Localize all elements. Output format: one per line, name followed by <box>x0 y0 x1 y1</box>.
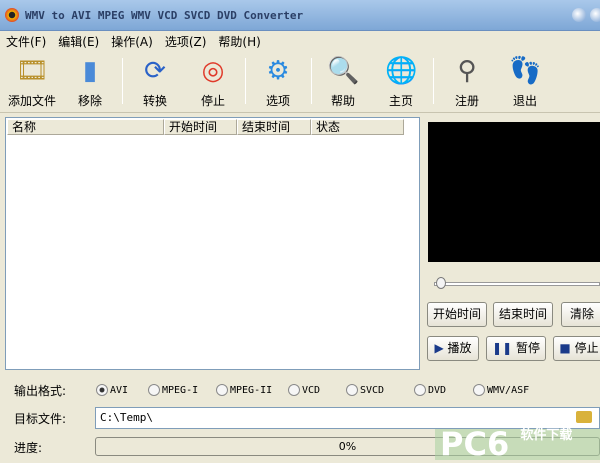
register-label: 注册 <box>454 94 479 108</box>
add-file-icon: 🎞 <box>16 56 50 86</box>
folder-icon[interactable] <box>576 411 592 423</box>
format-label: DVD <box>428 384 447 396</box>
format-vcd-radio[interactable]: VCD <box>288 384 320 396</box>
play-label: 播放 <box>447 341 472 355</box>
help-icon: 🔍 <box>327 56 360 86</box>
player-stop-label: 停止 <box>574 341 599 355</box>
clear-button[interactable]: 清除 <box>561 302 600 327</box>
set-start-time-button[interactable]: 开始时间 <box>427 302 487 327</box>
format-label: SVCD <box>360 384 385 396</box>
stop-label: 停止 <box>200 94 225 108</box>
options-label: 选项 <box>265 94 290 108</box>
video-preview <box>428 122 600 262</box>
format-label: WMV/ASF <box>487 384 530 396</box>
remove-label: 移除 <box>77 94 102 108</box>
remove-button[interactable]: ▮ 移除 <box>70 54 110 109</box>
seek-slider[interactable] <box>434 282 600 286</box>
output-format-label: 输出格式: <box>14 384 67 398</box>
format-wmv-asf-radio[interactable]: WMV/ASF <box>473 384 529 396</box>
toolbar-separator <box>122 58 123 104</box>
format-svcd-radio[interactable]: SVCD <box>346 384 384 396</box>
menu-action[interactable]: 操作(A) <box>111 33 153 50</box>
exit-button[interactable]: 👣 退出 <box>505 54 545 109</box>
home-globe-icon: 🌐 <box>385 56 418 86</box>
set-end-time-button[interactable]: 结束时间 <box>493 302 553 327</box>
app-icon <box>5 8 19 22</box>
toolbar-separator <box>433 58 434 104</box>
column-end-time[interactable]: 结束时间 <box>237 119 311 135</box>
home-button[interactable]: 🌐 主页 <box>381 54 421 109</box>
column-name[interactable]: 名称 <box>7 119 164 135</box>
convert-button[interactable]: ⟳ 转换 <box>135 54 175 109</box>
file-list[interactable]: 名称 开始时间 结束时间 状态 <box>5 117 420 370</box>
title-bar: WMV to AVI MPEG WMV VCD SVCD DVD Convert… <box>0 0 600 31</box>
menu-edit[interactable]: 编辑(E) <box>58 33 99 50</box>
minimize-button[interactable] <box>572 8 586 22</box>
menu-help[interactable]: 帮助(H) <box>218 33 260 50</box>
format-avi-radio[interactable]: AVI <box>96 384 128 396</box>
toolbar: 🎞 添加文件 ▮ 移除 ⟳ 转换 ◎ 停止 ⚙ 选项 🔍 帮助 🌐 主页 ⚲ 注册 👣 退出 <box>0 50 600 113</box>
gear-icon: ⚙ <box>266 56 290 86</box>
play-icon: ▶ <box>434 341 448 355</box>
play-button[interactable]: ▶ 播放 <box>427 336 479 361</box>
pause-label: 暂停 <box>515 341 540 355</box>
home-label: 主页 <box>388 94 413 108</box>
watermark-sub: 软件下载 <box>520 428 573 443</box>
stop-icon: ■ <box>559 341 575 355</box>
column-status[interactable]: 状态 <box>311 119 404 135</box>
add-file-button[interactable]: 🎞 添加文件 <box>5 54 59 109</box>
target-file-input[interactable]: C:\Temp\ <box>95 407 600 429</box>
format-mpeg1-radio[interactable]: MPEG-I <box>148 384 198 396</box>
menu-bar: 文件(F) 编辑(E) 操作(A) 选项(Z) 帮助(H) <box>0 33 261 50</box>
convert-icon: ⟳ <box>144 56 166 86</box>
menu-file[interactable]: 文件(F) <box>6 33 46 50</box>
help-label: 帮助 <box>330 94 355 108</box>
options-button[interactable]: ⚙ 选项 <box>258 54 298 109</box>
remove-icon: ▮ <box>82 56 98 86</box>
register-button[interactable]: ⚲ 注册 <box>447 54 487 109</box>
window-title: WMV to AVI MPEG WMV VCD SVCD DVD Convert… <box>25 9 304 22</box>
help-button[interactable]: 🔍 帮助 <box>323 54 363 109</box>
watermark-main: PC6 <box>440 425 510 463</box>
exit-label: 退出 <box>512 94 537 108</box>
format-mpeg2-radio[interactable]: MPEG-II <box>216 384 272 396</box>
player-stop-button[interactable]: ■ 停止 <box>553 336 600 361</box>
format-label: MPEG-I <box>162 384 199 396</box>
progress-label: 进度: <box>14 441 43 455</box>
add-file-label: 添加文件 <box>7 94 56 108</box>
format-dvd-radio[interactable]: DVD <box>414 384 446 396</box>
exit-footprints-icon: 👣 <box>509 56 542 86</box>
watermark: PC6 软件下载 <box>435 428 600 460</box>
key-icon: ⚲ <box>457 56 477 86</box>
format-label: AVI <box>110 384 129 396</box>
stop-lifebuoy-icon: ◎ <box>201 56 225 86</box>
column-start-time[interactable]: 开始时间 <box>164 119 237 135</box>
convert-label: 转换 <box>142 94 167 108</box>
pause-icon: ❚❚ <box>492 341 516 355</box>
menu-options[interactable]: 选项(Z) <box>165 33 207 50</box>
format-label: VCD <box>302 384 321 396</box>
close-button[interactable] <box>590 8 600 22</box>
stop-button[interactable]: ◎ 停止 <box>193 54 233 109</box>
pause-button[interactable]: ❚❚ 暂停 <box>486 336 546 361</box>
toolbar-separator <box>311 58 312 104</box>
toolbar-separator <box>245 58 246 104</box>
format-label: MPEG-II <box>230 384 273 396</box>
seek-slider-thumb[interactable] <box>436 277 446 289</box>
progress-value: 0% <box>338 440 357 453</box>
target-file-label: 目标文件: <box>14 412 67 426</box>
